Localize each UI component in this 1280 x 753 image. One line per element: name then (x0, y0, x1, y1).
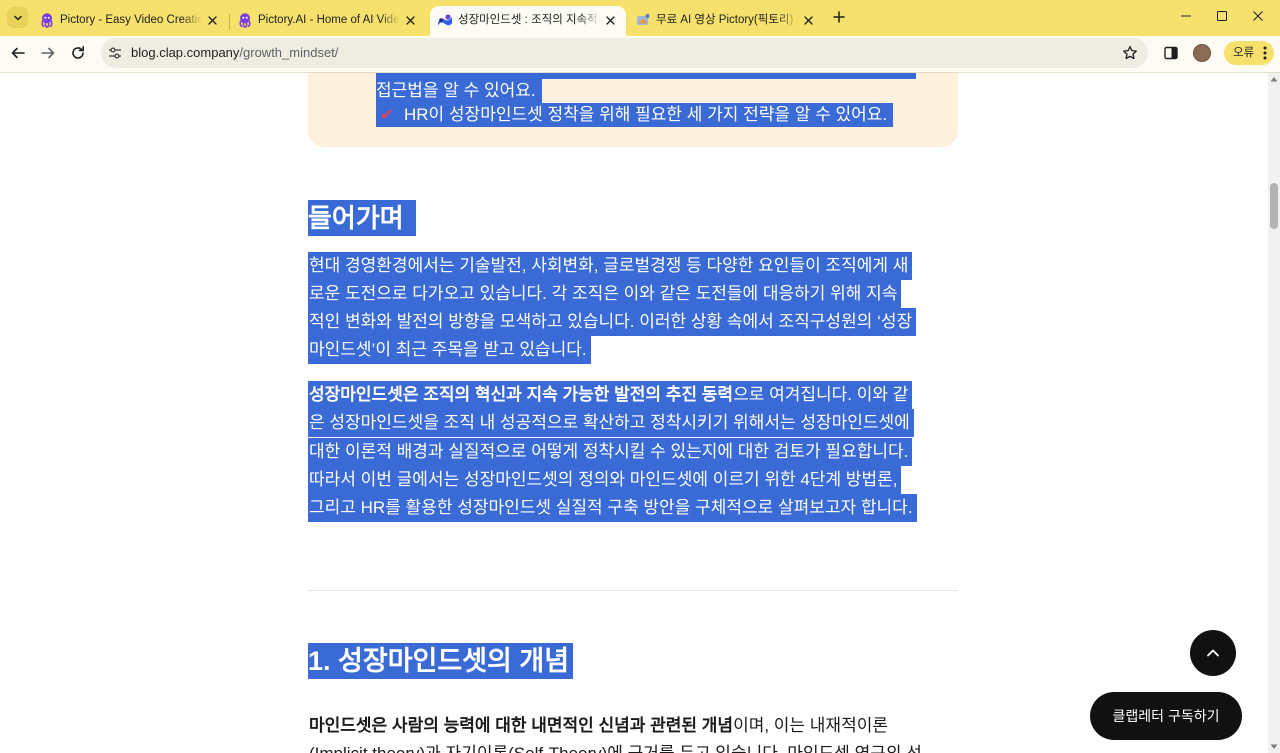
bold-text: 마인드셋은 사람의 능력에 대한 내면적인 신념과 관련된 개념 (309, 716, 734, 735)
paragraph-line: 마인드셋’이 최근 주목을 받고 있습니다. (308, 336, 591, 364)
line-text: 이며, 이는 내재적이론 (733, 716, 888, 735)
forward-arrow-icon (40, 45, 56, 61)
minimize-button[interactable] (1168, 0, 1204, 32)
pictory-octopus-icon (39, 12, 55, 28)
chevron-up-icon (1206, 648, 1220, 658)
summary-line-text: HR이 성장마인드셋 정착을 위해 필요한 세 가지 전략을 알 수 있어요. (404, 105, 888, 124)
address-url: blog.clap.company/growth_mindset/ (131, 38, 338, 68)
tab-search-button[interactable] (7, 7, 28, 28)
close-icon[interactable] (602, 12, 618, 28)
back-arrow-icon (10, 45, 26, 61)
bold-text: 성장마인드셋은 조직의 혁신과 지속 가능한 발전의 추진 동력 (309, 385, 734, 404)
scrollbar-thumb[interactable] (1270, 182, 1278, 229)
reload-button[interactable] (68, 43, 88, 63)
tab-pictory-ai-home[interactable]: Pictory.AI - Home of AI Video (230, 6, 426, 36)
side-panel-button[interactable] (1161, 43, 1181, 63)
close-icon[interactable] (204, 12, 220, 28)
chevron-down-icon (13, 13, 23, 23)
kebab-menu-icon[interactable] (1260, 45, 1270, 61)
tab-pictory-korean[interactable]: 무료 AI 영상 Pictory(픽토리) A (628, 6, 824, 36)
line-text: 으로 여겨집니다. 이와 같 (733, 385, 909, 404)
tab-pictory-easy-video[interactable]: Pictory - Easy Video Creation (32, 6, 228, 36)
scroll-to-top-button[interactable] (1190, 630, 1236, 676)
paragraph-line: 따라서 이번 글에서는 성장마인드셋의 정의와 마인드셋에 이르기 위한 4단계… (308, 466, 902, 494)
forward-button[interactable] (38, 43, 58, 63)
page-viewport: ✔ 접근법을 알 수 있어요. ✔ HR이 성장마인드셋 정착을 위해 필요한 세… (0, 73, 1268, 753)
tab-title: Pictory - Easy Video Creation (60, 14, 202, 26)
paragraph-line: 적인 변화와 발전의 방향을 모색하고 있습니다. 이러한 상황 속에서 조직구… (308, 308, 917, 336)
page-scrollbar[interactable] (1268, 73, 1280, 753)
check-mark-icon: ✔ (380, 107, 394, 124)
site-favicon-icon (635, 12, 651, 28)
paragraph-line: 성장마인드셋은 조직의 혁신과 지속 가능한 발전의 추진 동력으로 여겨집니다… (308, 381, 913, 409)
maximize-icon (1217, 11, 1227, 21)
close-icon (1253, 11, 1263, 21)
tab-strip: Pictory - Easy Video Creation Pictory.AI… (0, 0, 1280, 36)
close-window-button[interactable] (1240, 0, 1276, 32)
new-tab-button[interactable] (829, 7, 849, 27)
scroll-down-arrow-icon[interactable] (1270, 743, 1278, 751)
url-path: /growth_mindset/ (239, 45, 339, 60)
tab-title: 무료 AI 영상 Pictory(픽토리) A (656, 14, 798, 26)
error-chip-label: 오류 (1233, 47, 1255, 59)
star-icon[interactable] (1121, 44, 1139, 62)
paragraph-line: 마인드셋은 사람의 능력에 대한 내면적인 신념과 관련된 개념이며, 이는 내… (308, 712, 892, 740)
paragraph-line: 로운 도전으로 다가오고 있습니다. 각 조직은 이와 같은 도전들에 대응하기… (308, 280, 902, 308)
intro-heading: 들어가며 (308, 200, 416, 236)
paragraph-line: (Implicit theory)과 자기이론(Self-Theory)에 근거… (308, 740, 926, 753)
section-divider (308, 590, 958, 591)
paragraph-line: 현대 경영환경에서는 기술발전, 사회변화, 글로벌경쟁 등 다양한 요인들이 … (308, 252, 913, 280)
tune-icon[interactable] (106, 44, 124, 62)
pictory-octopus-icon (237, 12, 253, 28)
reload-icon (70, 45, 86, 61)
browser-toolbar: blog.clap.company/growth_mindset/ 오류 (0, 36, 1280, 73)
tab-title: 성장마인드셋 : 조직의 지속적 (458, 14, 598, 26)
tab-title: Pictory.AI - Home of AI Video (258, 14, 400, 26)
url-domain: blog.clap.company (131, 45, 240, 60)
maximize-button[interactable] (1204, 0, 1240, 32)
error-chip-button[interactable]: 오류 (1224, 41, 1274, 65)
avatar-icon[interactable] (1193, 44, 1211, 62)
paragraph-line: 은 성장마인드셋을 조직 내 성공적으로 확산하고 정착시키기 위해서는 성장마… (308, 409, 914, 437)
summary-box: ✔ 접근법을 알 수 있어요. ✔ HR이 성장마인드셋 정착을 위해 필요한 세… (308, 73, 958, 147)
close-icon[interactable] (402, 12, 418, 28)
scroll-up-arrow-icon[interactable] (1270, 75, 1278, 83)
summary-line: ✔ HR이 성장마인드셋 정착을 위해 필요한 세 가지 전략을 알 수 있어요. (376, 103, 894, 127)
clap-logo-icon (437, 12, 453, 28)
address-bar[interactable]: blog.clap.company/growth_mindset/ (101, 38, 1148, 68)
paragraph-line: 그리고 HR를 활용한 성장마인드셋 실질적 구축 방안을 구체적으로 살펴보고… (308, 494, 917, 522)
back-button[interactable] (8, 43, 28, 63)
subscribe-button[interactable]: 클랩레터 구독하기 (1090, 692, 1242, 740)
tab-growth-mindset[interactable]: 성장마인드셋 : 조직의 지속적 (430, 6, 626, 36)
summary-line-highlight: ✔ HR이 성장마인드셋 정착을 위해 필요한 세 가지 전략을 알 수 있어요. (376, 103, 894, 127)
close-icon[interactable] (800, 12, 816, 28)
summary-line-text: 접근법을 알 수 있어요. (376, 79, 542, 103)
minimize-icon (1181, 11, 1191, 21)
paragraph-line: 대한 이론적 배경과 실질적으로 어떻게 정착시킬 수 있는지에 대한 검토가 … (308, 438, 913, 466)
summary-line: 접근법을 알 수 있어요. (376, 79, 542, 103)
section-1-heading: 1. 성장마인드셋의 개념 (308, 643, 574, 679)
side-panel-icon (1164, 46, 1178, 60)
plus-icon (833, 11, 845, 23)
